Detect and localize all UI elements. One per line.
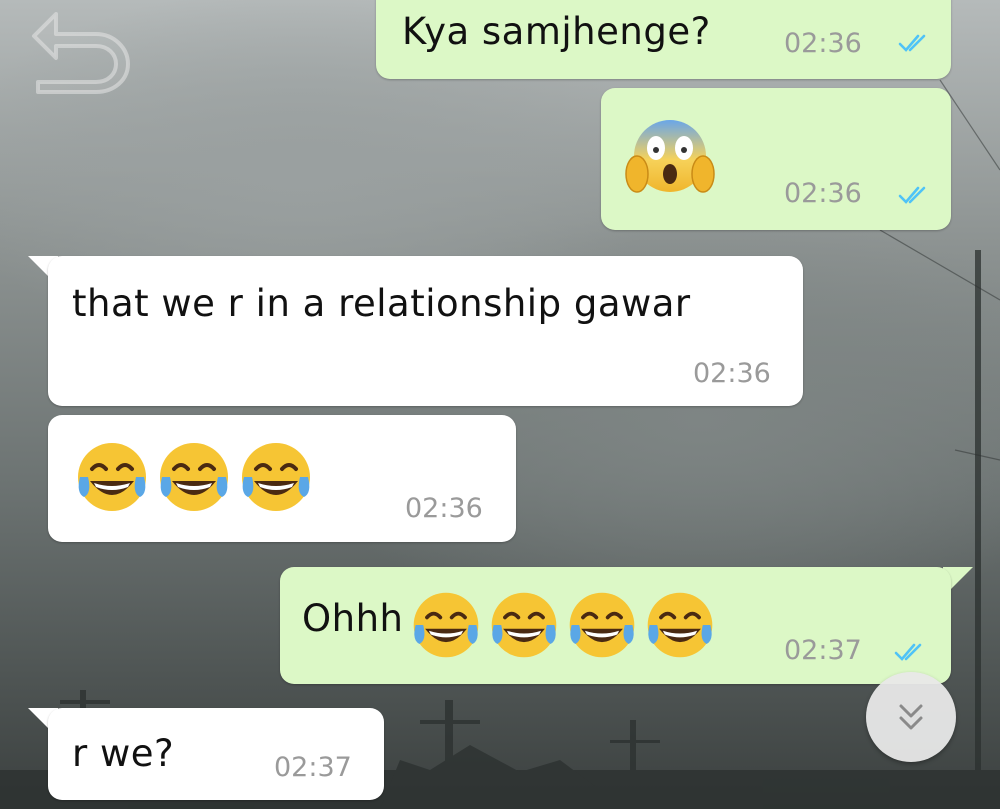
- back-arrow-icon[interactable]: [26, 0, 138, 96]
- outgoing-message-bubble[interactable]: Ohhh 02:37: [280, 567, 951, 684]
- outgoing-message-bubble[interactable]: 02:36: [601, 88, 951, 230]
- message-text: Kya samjhenge?: [402, 10, 711, 53]
- face-screaming-in-fear-emoji: [625, 120, 715, 193]
- message-timestamp: 02:36: [693, 358, 771, 389]
- face-with-tears-of-joy-emoji: [491, 592, 557, 658]
- message-timestamp: 02:36: [784, 28, 862, 59]
- message-text: that we r in a relationship gawar: [72, 282, 691, 325]
- message-timestamp: 02:37: [274, 752, 352, 783]
- message-timestamp: 02:36: [405, 493, 483, 524]
- face-with-tears-of-joy-emoji: [160, 443, 228, 511]
- message-text: r we?: [72, 732, 175, 775]
- double-check-icon: [894, 643, 922, 661]
- face-with-tears-of-joy-emoji: [569, 592, 635, 658]
- incoming-message-bubble[interactable]: r we? 02:37: [48, 708, 384, 800]
- message-text: Ohhh: [302, 597, 404, 640]
- incoming-message-bubble[interactable]: that we r in a relationship gawar 02:36: [48, 256, 803, 406]
- incoming-message-bubble[interactable]: 02:36: [48, 415, 516, 542]
- double-check-icon: [898, 34, 926, 52]
- message-timestamp: 02:37: [784, 635, 862, 666]
- outgoing-message-bubble[interactable]: Kya samjhenge? 02:36: [376, 0, 951, 79]
- face-with-tears-of-joy-emoji: [647, 592, 713, 658]
- double-chevron-down-icon: [899, 704, 923, 730]
- face-with-tears-of-joy-emoji: [78, 443, 146, 511]
- double-check-icon: [898, 186, 926, 204]
- message-timestamp: 02:36: [784, 178, 862, 209]
- face-with-tears-of-joy-emoji: [413, 592, 479, 658]
- face-with-tears-of-joy-emoji: [242, 443, 310, 511]
- scroll-to-bottom-button[interactable]: [866, 672, 956, 762]
